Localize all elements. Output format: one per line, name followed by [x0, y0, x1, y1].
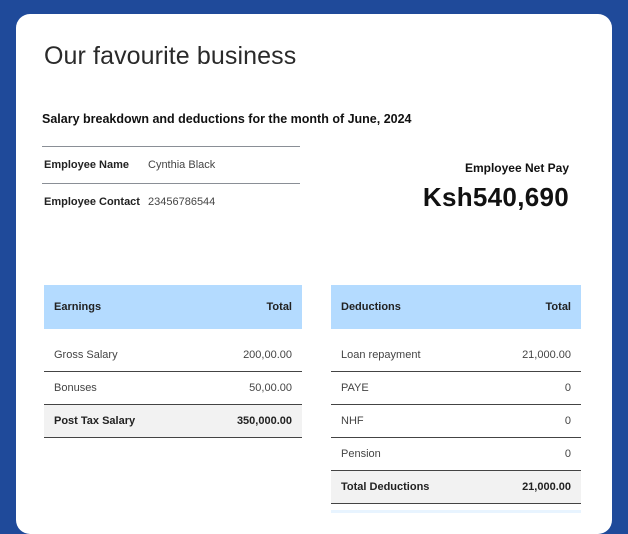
earnings-row-value: 200,00.00 [243, 349, 292, 361]
employee-contact-row: Employee Contact 23456786544 [42, 183, 300, 220]
employee-contact-label: Employee Contact [44, 196, 140, 208]
table-row: Gross Salary 200,00.00 [44, 339, 302, 372]
earnings-total-value: 350,000.00 [236, 415, 292, 427]
net-pay-label: Employee Net Pay [464, 161, 569, 175]
table-row: NHF 0 [331, 405, 581, 438]
deductions-total-row: Total Deductions 21,000.00 [331, 471, 581, 504]
employee-name-label: Employee Name [44, 159, 129, 171]
deductions-row-label: Pension [341, 448, 381, 460]
earnings-total-label: Post Tax Salary [54, 415, 136, 427]
next-section-edge [331, 510, 581, 513]
earnings-row-label: Gross Salary [54, 349, 118, 361]
page-title: Our favourite business [44, 42, 297, 70]
employee-contact-value: 23456786544 [148, 196, 216, 208]
earnings-table: Earnings Total Gross Salary 200,00.00 Bo… [44, 285, 302, 438]
table-row: PAYE 0 [331, 372, 581, 405]
deductions-total-label: Total Deductions [341, 481, 430, 493]
deductions-header-label: Deductions [341, 301, 401, 313]
earnings-total-row: Post Tax Salary 350,000.00 [44, 405, 302, 438]
deductions-row-label: PAYE [341, 382, 369, 394]
table-row: Bonuses 50,00.00 [44, 372, 302, 405]
earnings-row-label: Bonuses [54, 382, 97, 394]
deductions-header-total: Total [545, 301, 571, 313]
deductions-row-label: Loan repayment [341, 349, 421, 361]
table-row: Loan repayment 21,000.00 [331, 339, 581, 372]
deductions-row-value: 0 [564, 382, 571, 394]
earnings-row-value: 50,00.00 [249, 382, 292, 394]
employee-info: Employee Name Cynthia Black Employee Con… [42, 146, 300, 220]
table-row: Pension 0 [331, 438, 581, 471]
employee-name-row: Employee Name Cynthia Black [42, 147, 300, 183]
deductions-row-value: 0 [564, 448, 571, 460]
deductions-row-value: 21,000.00 [522, 349, 571, 361]
deductions-table: Deductions Total Loan repayment 21,000.0… [331, 285, 581, 513]
deductions-total-value: 21,000.00 [522, 481, 571, 493]
payslip-card: Our favourite business Salary breakdown … [16, 14, 612, 534]
earnings-header: Earnings Total [44, 285, 302, 329]
deductions-header: Deductions Total [331, 285, 581, 329]
net-pay-value: Ksh540,690 [422, 182, 569, 212]
employee-name-value: Cynthia Black [148, 159, 216, 171]
earnings-header-label: Earnings [54, 301, 102, 313]
page-subtitle: Salary breakdown and deductions for the … [42, 112, 412, 126]
deductions-row-value: 0 [564, 415, 571, 427]
earnings-header-total: Total [266, 301, 292, 313]
deductions-row-label: NHF [341, 415, 364, 427]
